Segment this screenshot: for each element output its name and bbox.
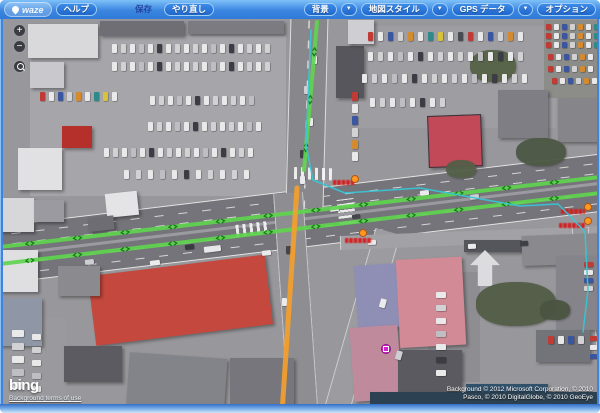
bing-logo: bing [9,377,39,394]
map-style-button[interactable]: 地図スタイル [361,3,428,16]
waze-logo-label: waze [22,5,44,15]
segment-gps-track[interactable] [306,30,588,332]
top-toolbar: waze ヘルプ 保存 やり直し 背景 ▼ 地図スタイル ▼ GPS データ ▼… [0,0,600,19]
attribution-line-2: Pasco, © 2010 DigitalGlobe, © 2010 GeoEy… [447,394,593,402]
zoom-controls: + − [13,24,26,73]
waze-icon [11,5,21,15]
editor-overlay-svg [3,19,597,404]
map-style-dropdown chevron-down-icon[interactable]: ▼ [432,3,448,16]
junction-node[interactable] [585,204,592,211]
save-button: 保存 [127,3,160,16]
junction-node[interactable] [585,218,592,225]
background-terms-link[interactable]: Background terms of use [9,395,81,402]
background-button[interactable]: 背景 [304,3,337,16]
background-dropdown chevron-down-icon[interactable]: ▼ [341,3,357,16]
attribution-line-1: Background © 2012 Microsoft Corporation,… [447,386,593,394]
zoom-in-button plus-icon[interactable]: + [13,24,26,37]
waze-logo[interactable]: waze [4,2,52,17]
junction-node[interactable] [360,230,367,237]
options-button[interactable]: オプション [537,3,596,16]
zoom-out-button minus-icon[interactable]: − [13,40,26,53]
aerial-scene [3,19,597,404]
redo-button[interactable]: やり直し [164,3,214,16]
window-bottom-frame [0,404,600,413]
gps-data-button[interactable]: GPS データ [452,3,514,16]
zoom-box-button magnifier-icon[interactable] [13,60,26,73]
map-viewport[interactable]: + − bing Background terms of use Backgro… [3,19,597,404]
junction-node[interactable] [352,176,359,183]
gps-data-dropdown chevron-down-icon[interactable]: ▼ [518,3,534,16]
help-button[interactable]: ヘルプ [56,3,98,16]
map-attribution: Background © 2012 Microsoft Corporation,… [447,386,593,402]
segment-highway-north-carriageway[interactable] [3,177,597,247]
map-editor-window: waze ヘルプ 保存 やり直し 背景 ▼ 地図スタイル ▼ GPS データ ▼… [0,0,600,413]
segment-south-street-unpaved[interactable] [282,188,297,404]
